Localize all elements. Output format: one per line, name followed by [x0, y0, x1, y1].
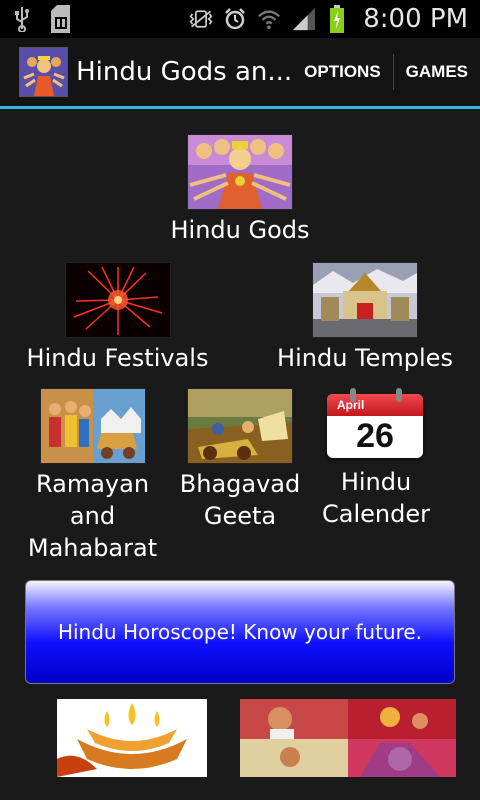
app-title: Hindu Gods an...	[76, 57, 293, 87]
app-logo-icon[interactable]	[19, 47, 69, 97]
battery-icon	[325, 5, 349, 33]
horoscope-banner-text: Hindu Horoscope! Know your future.	[57, 620, 423, 644]
sd-card-icon	[48, 5, 72, 33]
status-clock: 8:00 PM	[363, 4, 468, 34]
ramayan-label-line1: Ramayan	[35, 470, 150, 498]
usb-icon	[10, 7, 34, 32]
horoscope-banner-button[interactable]: Hindu Horoscope! Know your future.	[25, 580, 455, 684]
status-bar: 8:00 PM	[0, 0, 480, 38]
hindu-gods-image	[187, 134, 293, 210]
temple-image	[312, 262, 418, 338]
tile-ramayan-mahabarat[interactable]: Ramayan and Mahabarat	[20, 388, 165, 564]
ramayan-image	[39, 388, 146, 464]
vibrate-icon	[189, 7, 213, 31]
calender-label-line2: Calender	[322, 500, 430, 528]
calendar-icon: April 26	[326, 388, 426, 462]
hindu-festivals-label: Hindu Festivals	[26, 344, 209, 372]
festival-collage-image[interactable]	[240, 699, 456, 777]
geeta-label-line1: Bhagavad	[179, 470, 301, 498]
tile-hindu-calender[interactable]: April 26 Hindu Calender	[310, 388, 442, 530]
action-bar: Hindu Gods an... OPTIONS GAMES	[0, 38, 480, 109]
tile-hindu-gods[interactable]: Hindu Gods	[140, 134, 340, 246]
games-button[interactable]: GAMES	[394, 38, 480, 106]
tile-hindu-temples[interactable]: Hindu Temples	[262, 262, 468, 374]
calender-label-line1: Hindu	[340, 468, 412, 496]
diya-lamp-image[interactable]	[57, 699, 207, 777]
tile-hindu-festivals[interactable]: Hindu Festivals	[10, 262, 225, 374]
ramayan-label: Ramayan and Mahabarat	[20, 468, 165, 564]
geeta-image	[187, 388, 293, 464]
geeta-label-line2: Geeta	[203, 502, 277, 530]
calender-label: Hindu Calender	[310, 466, 442, 530]
calendar-day: 26	[356, 417, 394, 455]
options-button[interactable]: OPTIONS	[292, 38, 393, 106]
geeta-label: Bhagavad Geeta	[170, 468, 310, 532]
hindu-gods-label: Hindu Gods	[170, 216, 310, 244]
ramayan-label-line2: and	[69, 502, 116, 530]
fireworks-image	[64, 262, 171, 338]
alarm-icon	[223, 7, 247, 31]
wifi-icon	[257, 7, 281, 31]
hindu-temples-label: Hindu Temples	[277, 344, 453, 372]
ramayan-label-line3: Mahabarat	[27, 534, 158, 562]
signal-icon	[291, 7, 316, 31]
calendar-month: April	[327, 394, 423, 416]
tile-bhagavad-geeta[interactable]: Bhagavad Geeta	[170, 388, 310, 532]
